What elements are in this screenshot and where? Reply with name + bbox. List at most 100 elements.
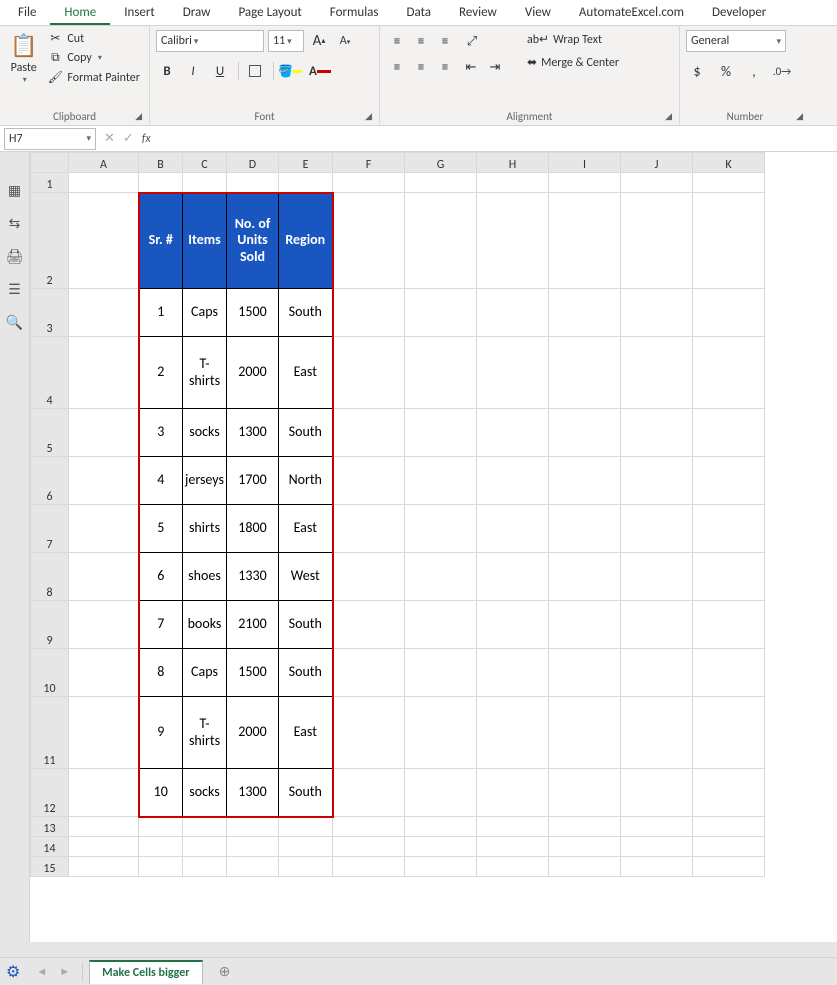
cell[interactable] <box>477 409 549 457</box>
cell[interactable] <box>549 457 621 505</box>
cell[interactable] <box>621 457 693 505</box>
dialog-launcher-icon[interactable]: ◢ <box>662 110 675 123</box>
cell[interactable] <box>477 457 549 505</box>
cell[interactable] <box>549 505 621 553</box>
cell[interactable] <box>333 837 405 857</box>
cell[interactable] <box>477 337 549 409</box>
cell[interactable] <box>693 457 765 505</box>
col-header[interactable]: D <box>227 153 279 173</box>
cell[interactable] <box>183 837 227 857</box>
tab-formulas[interactable]: Formulas <box>316 1 393 25</box>
cell[interactable] <box>405 817 477 837</box>
cell[interactable] <box>69 289 139 337</box>
cell[interactable] <box>405 409 477 457</box>
cell[interactable]: South <box>279 649 333 697</box>
cell[interactable] <box>405 173 477 193</box>
cell[interactable] <box>693 553 765 601</box>
col-header[interactable]: H <box>477 153 549 173</box>
cell[interactable] <box>405 289 477 337</box>
cell[interactable] <box>549 289 621 337</box>
cell[interactable] <box>477 553 549 601</box>
cell[interactable] <box>549 601 621 649</box>
cell[interactable] <box>333 817 405 837</box>
cell[interactable] <box>333 649 405 697</box>
cell[interactable] <box>693 769 765 817</box>
cell[interactable] <box>333 553 405 601</box>
cell[interactable]: T-shirts <box>183 697 227 769</box>
col-header[interactable]: A <box>69 153 139 173</box>
cell[interactable] <box>227 817 279 837</box>
cell[interactable]: T-shirts <box>183 337 227 409</box>
cell[interactable]: Sr. # <box>139 193 183 289</box>
bold-button[interactable]: B <box>156 60 178 82</box>
gear-icon[interactable]: ⚙ <box>6 962 20 982</box>
name-box[interactable]: H7 ▾ <box>4 128 96 150</box>
tab-view[interactable]: View <box>511 1 565 25</box>
rail-icon-4[interactable]: ☰ <box>8 281 21 298</box>
col-header[interactable]: F <box>333 153 405 173</box>
cell[interactable] <box>279 173 333 193</box>
align-center-button[interactable]: ≡ <box>410 56 432 78</box>
cell[interactable] <box>333 289 405 337</box>
cell[interactable] <box>621 697 693 769</box>
cell[interactable] <box>405 601 477 649</box>
cell[interactable] <box>69 649 139 697</box>
cell[interactable] <box>477 601 549 649</box>
tab-page-layout[interactable]: Page Layout <box>224 1 315 25</box>
cell[interactable]: socks <box>183 769 227 817</box>
tab-data[interactable]: Data <box>393 1 446 25</box>
cell[interactable] <box>333 337 405 409</box>
cell[interactable] <box>693 173 765 193</box>
align-left-button[interactable]: ≡ <box>386 56 408 78</box>
cell[interactable]: books <box>183 601 227 649</box>
cell[interactable] <box>549 837 621 857</box>
font-name-combo[interactable]: Calibri ▾ <box>156 30 264 52</box>
cell[interactable] <box>69 457 139 505</box>
cell[interactable] <box>477 289 549 337</box>
decrease-indent-button[interactable]: ⇤ <box>460 56 482 78</box>
cell[interactable] <box>279 857 333 877</box>
cell[interactable]: 1500 <box>227 649 279 697</box>
cell[interactable] <box>477 837 549 857</box>
cell[interactable] <box>621 601 693 649</box>
sheet-nav-prev-icon[interactable]: ◄ <box>36 965 47 978</box>
row-header[interactable]: 2 <box>31 193 69 289</box>
cell[interactable]: No. of Units Sold <box>227 193 279 289</box>
cell[interactable] <box>621 409 693 457</box>
cell[interactable] <box>621 505 693 553</box>
cell[interactable] <box>693 857 765 877</box>
cell[interactable]: Items <box>183 193 227 289</box>
cell[interactable] <box>139 173 183 193</box>
col-header[interactable]: I <box>549 153 621 173</box>
cell[interactable] <box>69 193 139 289</box>
row-header[interactable]: 6 <box>31 457 69 505</box>
tab-home[interactable]: Home <box>50 1 110 25</box>
cell[interactable] <box>333 409 405 457</box>
cell[interactable] <box>549 857 621 877</box>
cell[interactable] <box>477 817 549 837</box>
cell[interactable]: 1330 <box>227 553 279 601</box>
col-header[interactable]: J <box>621 153 693 173</box>
cell[interactable] <box>69 697 139 769</box>
cell[interactable]: East <box>279 505 333 553</box>
enter-formula-icon[interactable]: ✓ <box>123 131 134 146</box>
cell[interactable] <box>693 193 765 289</box>
cell[interactable] <box>183 173 227 193</box>
cell[interactable] <box>227 837 279 857</box>
align-bottom-button[interactable]: ≡ <box>434 30 456 52</box>
tab-draw[interactable]: Draw <box>169 1 225 25</box>
cell[interactable] <box>549 649 621 697</box>
cell[interactable]: 4 <box>139 457 183 505</box>
cell[interactable] <box>333 857 405 877</box>
merge-center-button[interactable]: ⬌ Merge & Center <box>523 53 629 72</box>
cell[interactable] <box>477 857 549 877</box>
cell[interactable] <box>333 769 405 817</box>
copy-button[interactable]: ⧉ Copy ▾ <box>45 50 142 66</box>
row-header[interactable]: 13 <box>31 817 69 837</box>
spreadsheet-grid[interactable]: A B C D E F G H I J K 12Sr. #ItemsNo. of… <box>30 152 765 877</box>
rail-icon-1[interactable]: ▦ <box>8 182 21 199</box>
cell[interactable] <box>69 817 139 837</box>
paste-button[interactable]: 📋 Paste ▾ <box>6 30 41 87</box>
add-sheet-button[interactable]: ⊕ <box>219 963 231 980</box>
formula-input[interactable] <box>159 128 831 150</box>
